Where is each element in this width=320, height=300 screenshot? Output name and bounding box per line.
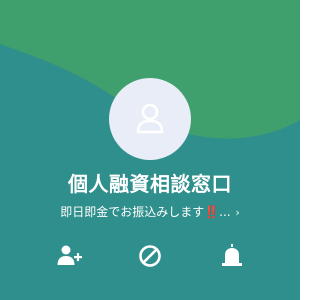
profile-name: 個人融資相談窓口 (68, 172, 232, 196)
status-message: 即日即金でお振込みします‼️... (60, 205, 231, 219)
add-friend-icon (57, 245, 82, 265)
add-friend-button[interactable] (49, 236, 89, 276)
chevron-right-icon: › (235, 206, 240, 219)
report-icon (222, 244, 242, 266)
report-button[interactable] (212, 236, 252, 276)
status-message-row[interactable]: 即日即金でお振込みします‼️... › (0, 203, 300, 222)
block-icon (139, 245, 161, 267)
profile-screen: 個人融資相談窓口 即日即金でお振込みします‼️... › (0, 0, 300, 300)
person-icon (136, 103, 164, 134)
avatar[interactable] (109, 78, 191, 160)
block-button[interactable] (130, 236, 170, 276)
action-bar (0, 236, 300, 276)
